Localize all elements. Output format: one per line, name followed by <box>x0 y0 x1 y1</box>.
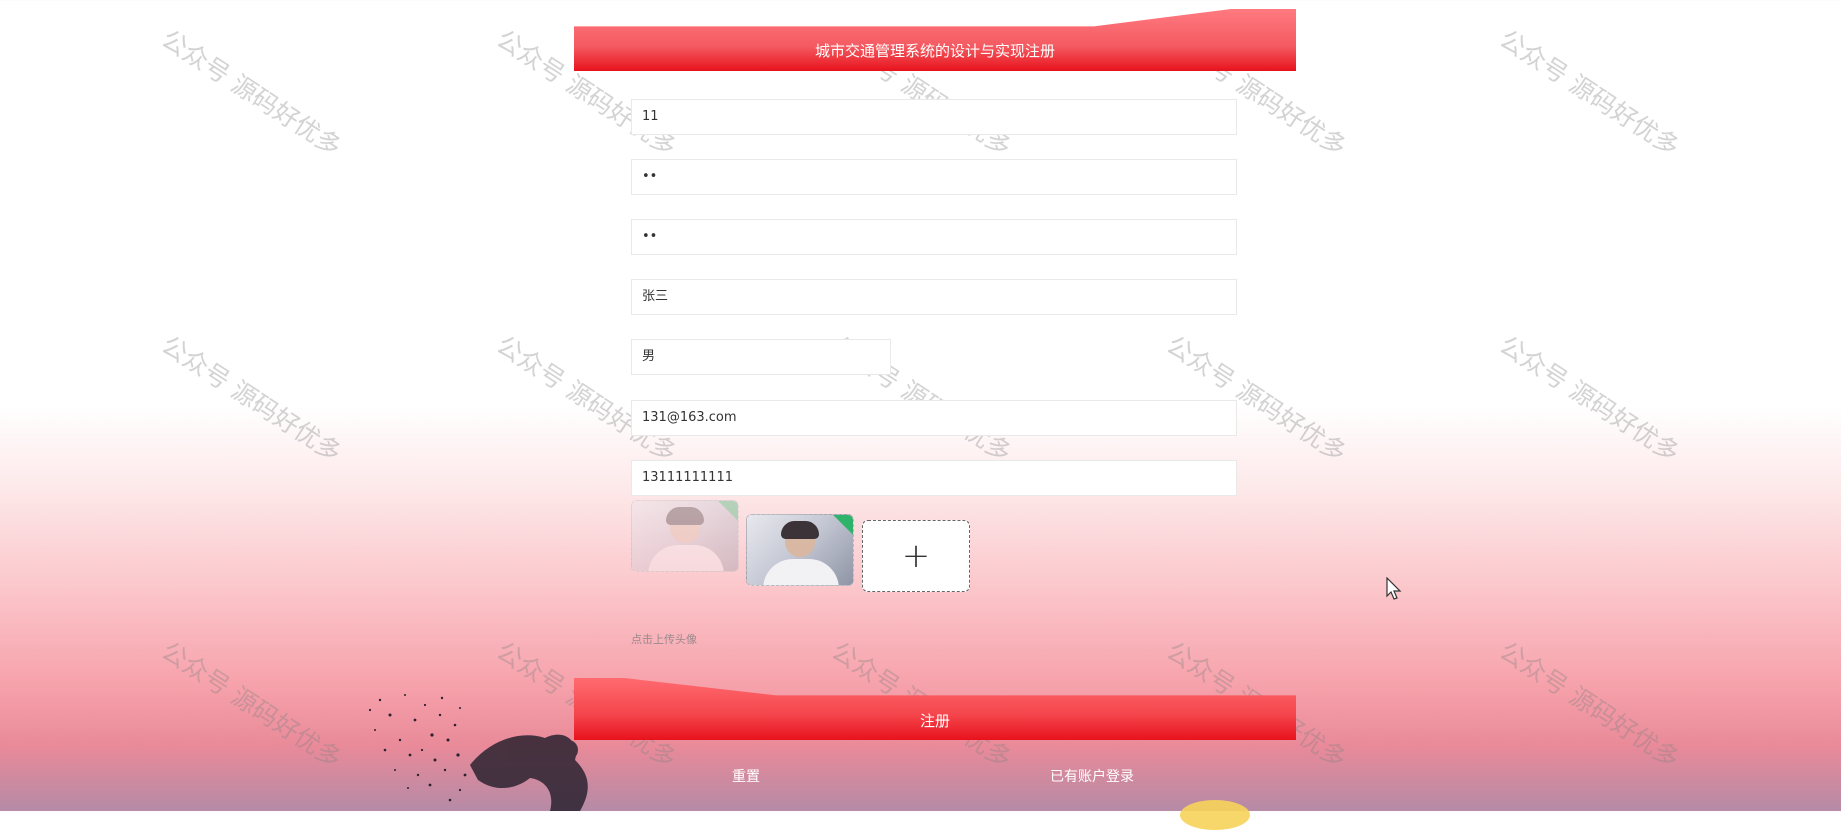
register-button-label[interactable]: 注册 <box>574 710 1296 731</box>
upload-add-button[interactable]: + <box>862 520 970 592</box>
decorative-glow <box>1180 800 1250 830</box>
email-field[interactable]: 131@163.com <box>631 400 1237 436</box>
avatar-image <box>648 545 724 571</box>
avatar-hair <box>781 521 819 539</box>
password-field[interactable]: •• <box>631 159 1237 195</box>
watermark: 公众号 源码好优多 <box>1494 330 1685 468</box>
account-field[interactable]: 11 <box>631 99 1237 135</box>
mouse-cursor-icon <box>1386 577 1402 600</box>
watermark: 公众号 源码好优多 <box>156 330 347 468</box>
watermark: 公众号 源码好优多 <box>1161 330 1352 468</box>
watermark: 公众号 源码好优多 <box>156 24 347 162</box>
login-link[interactable]: 已有账户登录 <box>1050 766 1134 786</box>
reset-button[interactable]: 重置 <box>732 766 760 786</box>
plus-icon: + <box>901 536 931 576</box>
page-title: 城市交通管理系统的设计与实现注册 <box>814 42 1055 60</box>
avatar-image <box>763 559 839 585</box>
watermark: 公众号 源码好优多 <box>156 636 347 774</box>
name-field[interactable]: 张三 <box>631 279 1237 315</box>
upload-success-icon <box>718 501 738 521</box>
phone-field[interactable]: 13111111111 <box>631 460 1237 496</box>
avatar-thumbnail[interactable] <box>746 514 854 586</box>
upload-hint: 点击上传头像 <box>631 633 697 646</box>
watermark: 公众号 源码好优多 <box>1494 24 1685 162</box>
watermark: 公众号 源码好优多 <box>1494 636 1685 774</box>
gender-select[interactable]: 男 <box>631 339 891 375</box>
avatar-hair <box>666 507 704 525</box>
upload-success-icon <box>833 515 853 535</box>
confirm-password-field[interactable]: •• <box>631 219 1237 255</box>
avatar-thumbnail[interactable] <box>631 500 739 572</box>
